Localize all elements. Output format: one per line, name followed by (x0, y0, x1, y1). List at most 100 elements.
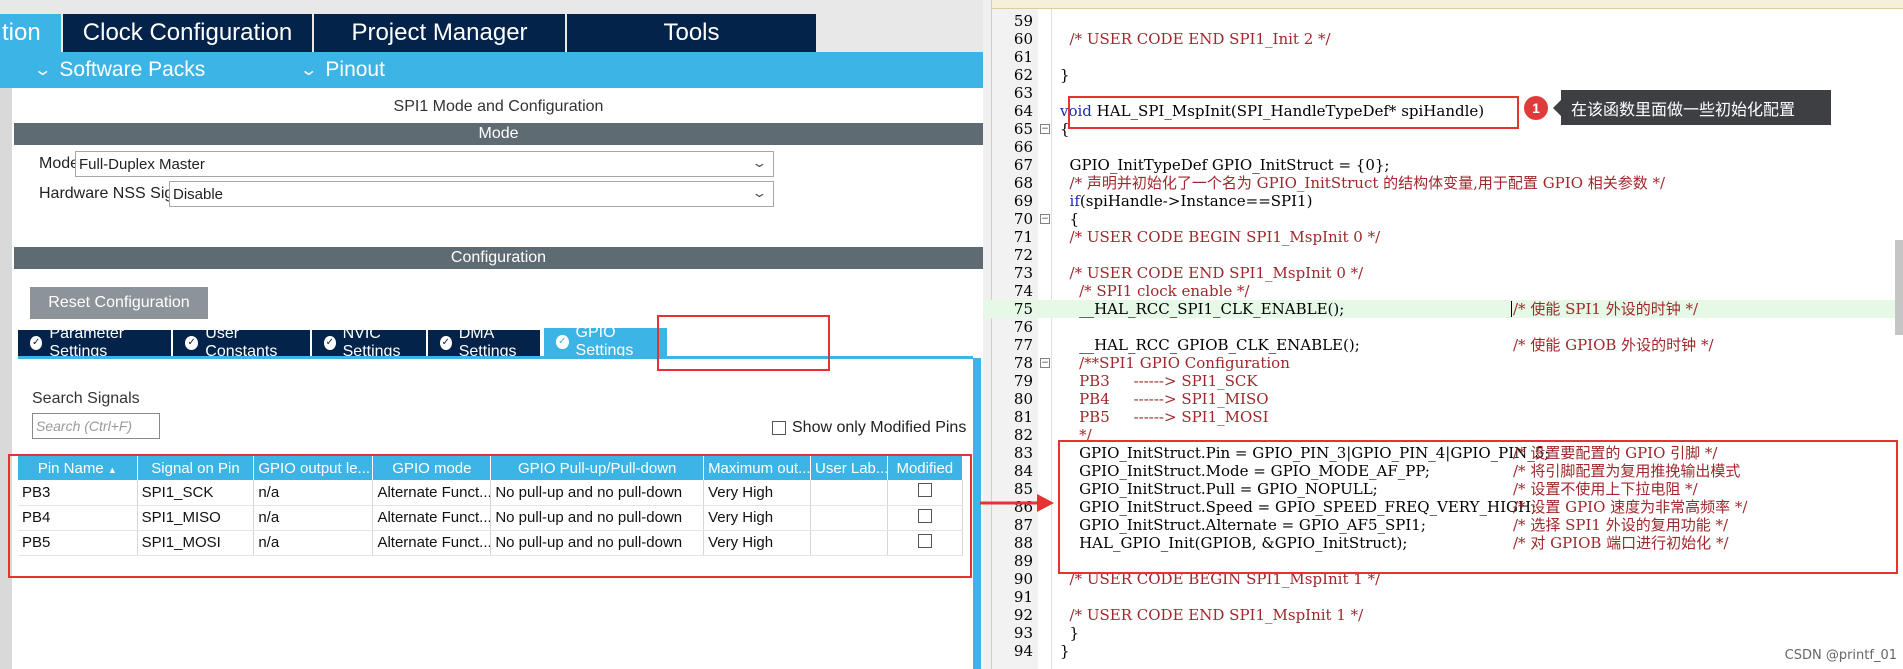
code-line[interactable]: 92 /* USER CODE END SPI1_MspInit 1 */ (983, 606, 1903, 624)
line-number: 91 (1013, 588, 1033, 606)
line-number: 92 (1013, 606, 1033, 624)
code-text: __HAL_RCC_GPIOB_CLK_ENABLE(); (1060, 336, 1360, 354)
software-packs-label: Software Packs (59, 58, 206, 81)
line-number: 82 (1013, 426, 1033, 444)
keyword: if (1060, 192, 1080, 210)
software-packs-menu[interactable]: ⌄ Software Packs (33, 52, 206, 88)
line-number: 67 (1013, 156, 1033, 174)
pinout-menu[interactable]: ⌄ Pinout (299, 52, 385, 88)
editor-tab-strip (992, 0, 1903, 9)
tab-clock-configuration[interactable]: Clock Configuration (63, 14, 312, 52)
show-modified-checkbox[interactable]: Show only Modified Pins (772, 419, 966, 437)
line-number: 81 (1013, 408, 1033, 426)
left-collapsed-strip (0, 88, 12, 669)
code-line[interactable]: 79 PB3 ------> SPI1_SCK (983, 372, 1903, 390)
line-number: 66 (1013, 138, 1033, 156)
code-line[interactable]: 80 PB4 ------> SPI1_MISO (983, 390, 1903, 408)
code-line[interactable]: 91 (983, 588, 1903, 606)
function-highlight-box (1068, 96, 1519, 129)
code-line[interactable]: 62} (983, 66, 1903, 84)
table-highlight-box (8, 454, 972, 578)
code-line[interactable]: 72 (983, 246, 1903, 264)
mode-select[interactable]: Full-Duplex Master ⌄ (75, 151, 774, 177)
code-line[interactable]: 67 GPIO_InitTypeDef GPIO_InitStruct = {0… (983, 156, 1903, 174)
search-input[interactable]: Search (Ctrl+F) (32, 413, 160, 439)
code-text: /* USER CODE END SPI1_Init 2 */ (1060, 30, 1331, 48)
nss-select-value: Disable (173, 185, 224, 203)
code-line[interactable]: 78− /**SPI1 GPIO Configuration (983, 354, 1903, 372)
tab-label: GPIO Settings (575, 324, 634, 359)
code-line[interactable]: 71 /* USER CODE BEGIN SPI1_MspInit 0 */ (983, 228, 1903, 246)
line-number: 87 (1013, 516, 1033, 534)
code-line[interactable]: 60 /* USER CODE END SPI1_Init 2 */ (983, 30, 1903, 48)
line-number: 60 (1013, 30, 1033, 48)
line-number: 72 (1013, 246, 1033, 264)
code-line[interactable]: 59 (983, 12, 1903, 30)
code-text: /* USER CODE BEGIN SPI1_MspInit 0 */ (1060, 228, 1381, 246)
line-number: 71 (1013, 228, 1033, 246)
annotation-tooltip: 在该函数里面做一些初始化配置 (1553, 90, 1831, 125)
code-line[interactable]: 73 /* USER CODE END SPI1_MspInit 0 */ (983, 264, 1903, 282)
line-number: 64 (1013, 102, 1033, 120)
tab-nvic-settings[interactable]: ✓ NVIC Settings (312, 325, 426, 360)
line-number: 76 (1013, 318, 1033, 336)
line-number: 59 (1013, 12, 1033, 30)
code-line[interactable]: 61 (983, 48, 1903, 66)
panel-title: SPI1 Mode and Configuration (393, 98, 604, 115)
tab-pinout-configuration[interactable]: tion (0, 14, 61, 52)
code-line[interactable]: 66 (983, 138, 1903, 156)
reset-configuration-button[interactable]: Reset Configuration (30, 287, 208, 319)
chevron-down-icon: ⌄ (751, 155, 768, 170)
code-text: /* 声明并初始化了一个名为 GPIO_InitStruct 的结构体变量,用于… (1060, 174, 1666, 192)
code-line[interactable]: 75 __HAL_RCC_SPI1_CLK_ENABLE(); /* 使能 SPI… (983, 300, 1903, 318)
gpio-tab-highlight-box (657, 315, 830, 371)
code-line[interactable]: 77 __HAL_RCC_GPIOB_CLK_ENABLE(); /* 使能 GP… (983, 336, 1903, 354)
check-circle-icon: ✓ (30, 336, 43, 350)
watermark: CSDN @printf_01 (1784, 648, 1897, 663)
code-text: PB4 ------> SPI1_MISO (1060, 390, 1269, 408)
editor-scrollbar-thumb[interactable] (1895, 240, 1903, 335)
nss-select[interactable]: Disable ⌄ (169, 181, 774, 207)
vertical-scrollbar[interactable] (973, 358, 981, 669)
code-text: /* USER CODE END SPI1_MspInit 1 */ (1060, 606, 1364, 624)
fold-toggle-icon[interactable]: − (1040, 358, 1050, 368)
code-line[interactable]: 69 if(spiHandle->Instance==SPI1) (983, 192, 1903, 210)
code-line[interactable]: 76 (983, 318, 1903, 336)
code-line[interactable]: 68 /* 声明并初始化了一个名为 GPIO_InitStruct 的结构体变量… (983, 174, 1903, 192)
code-text: { (1060, 210, 1080, 228)
line-number: 63 (1013, 84, 1033, 102)
checkbox-icon (772, 421, 786, 435)
code-line[interactable]: 81 PB5 ------> SPI1_MOSI (983, 408, 1903, 426)
tab-parameter-settings[interactable]: ✓ Parameter Settings (18, 325, 171, 360)
code-text: /**SPI1 GPIO Configuration (1060, 354, 1290, 372)
tab-user-constants[interactable]: ✓ User Constants (173, 325, 310, 360)
sub-menu-bar: ⌄ Software Packs ⌄ Pinout (0, 52, 983, 88)
line-number: 73 (1013, 264, 1033, 282)
fold-toggle-icon[interactable]: − (1040, 214, 1050, 224)
line-number: 74 (1013, 282, 1033, 300)
mode-section-header: Mode (14, 123, 983, 145)
line-number: 75 (1013, 300, 1033, 318)
code-line[interactable]: 74 /* SPI1 clock enable */ (983, 282, 1903, 300)
code-line[interactable]: 70− { (983, 210, 1903, 228)
code-text: if(spiHandle->Instance==SPI1) (1060, 192, 1313, 210)
tab-dma-settings[interactable]: ✓ DMA Settings (428, 325, 540, 360)
code-line[interactable]: 93 } (983, 624, 1903, 642)
line-number: 86 (1013, 498, 1033, 516)
code-text: GPIO_InitTypeDef GPIO_InitStruct = {0}; (1060, 156, 1390, 174)
show-modified-label: Show only Modified Pins (792, 419, 967, 436)
tab-tools[interactable]: Tools (567, 14, 816, 52)
chevron-down-icon: ⌄ (299, 62, 319, 79)
line-number: 61 (1013, 48, 1033, 66)
line-number: 80 (1013, 390, 1033, 408)
line-number: 62 (1013, 66, 1033, 84)
line-number: 84 (1013, 462, 1033, 480)
code-line[interactable]: 94} (983, 642, 1903, 660)
fold-toggle-icon[interactable]: − (1040, 124, 1050, 134)
tab-gpio-settings[interactable]: ✓ GPIO Settings (544, 324, 667, 359)
line-number: 90 (1013, 570, 1033, 588)
chevron-down-icon: ⌄ (751, 185, 768, 200)
text-cursor (1511, 301, 1512, 317)
spi1-config-panel: SPI1 Mode and Configuration Mode Mode Fu… (14, 88, 983, 669)
tab-project-manager[interactable]: Project Manager (314, 14, 565, 52)
